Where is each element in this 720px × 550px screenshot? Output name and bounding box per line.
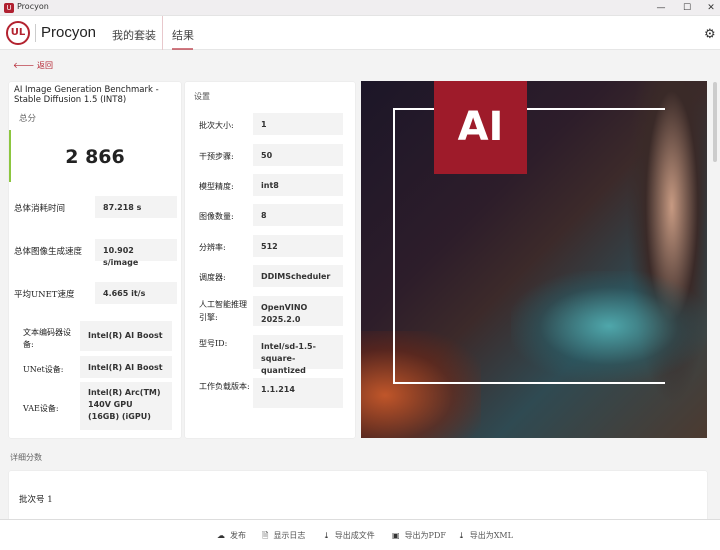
button-label: 导出为PDF <box>404 531 446 540</box>
device-value: Intel(R) Arc(TM) 140V GPU (16GB) (iGPU) <box>80 382 172 430</box>
setting-value: int8 <box>253 174 343 196</box>
gear-icon[interactable]: ⚙ <box>704 27 716 42</box>
benchmark-hero-image: AI <box>361 81 707 438</box>
arrow-left-icon: 🡐 <box>13 61 35 70</box>
setting-label: 模型精度: <box>199 182 234 191</box>
nav-results[interactable]: 结果 <box>172 27 194 43</box>
footer-toolbar: ☁ 发布 🗎 显示日志 ⤓ 导出成文件 ▣ 导出为PDF ⤓ 导出为XML <box>0 519 720 550</box>
export-file-button[interactable]: ⤓ 导出成文件 <box>323 530 375 541</box>
setting-value: OpenVINO 2025.2.0 <box>253 296 343 326</box>
device-label: VAE设备: <box>23 404 59 413</box>
nav-my-suites[interactable]: 我的套装 <box>112 27 156 43</box>
download-icon: ⤓ <box>323 531 330 540</box>
device-value: Intel(R) AI Boost <box>80 321 172 351</box>
setting-label: 分辨率: <box>199 243 226 252</box>
setting-label: 型号ID: <box>199 339 228 348</box>
setting-value: 8 <box>253 204 343 226</box>
metric-value: 10.902 s/image <box>95 239 177 267</box>
setting-label: 工作负载版本: <box>199 382 250 391</box>
document-icon: 🗎 <box>262 531 269 540</box>
brand-name: Procyon <box>41 24 97 41</box>
summary-card: AI Image Generation Benchmark - Stable D… <box>9 82 181 438</box>
app-header: UL Procyon 我的套装 结果 ⚙ <box>0 16 720 50</box>
metric-value: 87.218 s <box>95 196 177 218</box>
export-pdf-button[interactable]: ▣ 导出为PDF <box>392 530 446 541</box>
metric-label: 总体消耗时间 <box>14 204 66 214</box>
title-bar: U Procyon — ☐ ✕ <box>0 0 720 16</box>
benchmark-title: AI Image Generation Benchmark - Stable D… <box>14 85 159 105</box>
setting-value: 512 <box>253 235 343 257</box>
setting-label: 批次大小: <box>199 121 234 130</box>
scrollbar[interactable] <box>713 82 717 162</box>
settings-card: 设置 批次大小: 1 干预步骤: 50 模型精度: int8 图像数量: 8 分辨率: 512 调度… <box>185 82 355 438</box>
save-icon: ▣ <box>392 531 400 540</box>
button-label: 发布 <box>230 531 246 540</box>
divider <box>35 24 36 42</box>
download-icon: ⤓ <box>458 531 465 540</box>
setting-value: 50 <box>253 144 343 166</box>
minimize-button[interactable]: — <box>648 1 674 15</box>
window-title: Procyon <box>17 2 49 11</box>
metric-value: 4.665 it/s <box>95 282 177 304</box>
score-label: 总分 <box>19 114 37 124</box>
device-label: 文本编码器设备: <box>23 328 71 349</box>
divider <box>162 16 163 50</box>
metric-label: 总体图像生成速度 <box>14 247 83 257</box>
setting-label: 人工智能推理引擎: <box>199 300 247 322</box>
maximize-button[interactable]: ☐ <box>674 1 700 15</box>
publish-button[interactable]: ☁ 发布 <box>217 530 246 541</box>
device-value: Intel(R) AI Boost <box>80 356 172 378</box>
setting-value: 1 <box>253 113 343 135</box>
close-button[interactable]: ✕ <box>698 1 720 15</box>
batch-label: 批次号 1 <box>19 495 53 505</box>
ul-logo: UL <box>6 21 30 45</box>
button-label: 显示日志 <box>273 531 306 540</box>
total-score: 2 866 <box>65 146 125 168</box>
back-link[interactable]: 🡐 返回 <box>13 60 53 71</box>
setting-label: 调度器: <box>199 273 226 282</box>
ai-logo: AI <box>434 81 527 174</box>
cloud-upload-icon: ☁ <box>217 531 225 540</box>
metric-label: 平均UNET速度 <box>14 290 75 300</box>
export-xml-button[interactable]: ⤓ 导出为XML <box>458 530 513 541</box>
setting-value: 1.1.214 <box>253 378 343 408</box>
setting-label: 干预步骤: <box>199 152 234 161</box>
button-label: 导出为XML <box>469 531 513 540</box>
setting-label: 图像数量: <box>199 212 234 221</box>
setting-value: DDIMScheduler <box>253 265 343 287</box>
back-label: 返回 <box>37 61 53 70</box>
app-icon: U <box>4 3 14 13</box>
show-log-button[interactable]: 🗎 显示日志 <box>262 530 305 544</box>
details-title: 详细分数 <box>10 453 42 462</box>
device-label: UNet设备: <box>23 365 64 374</box>
active-tab-indicator <box>172 48 193 50</box>
button-label: 导出成文件 <box>334 531 375 540</box>
settings-title: 设置 <box>194 92 210 101</box>
setting-value: Intel/sd-1.5-square-quantized <box>253 335 343 375</box>
